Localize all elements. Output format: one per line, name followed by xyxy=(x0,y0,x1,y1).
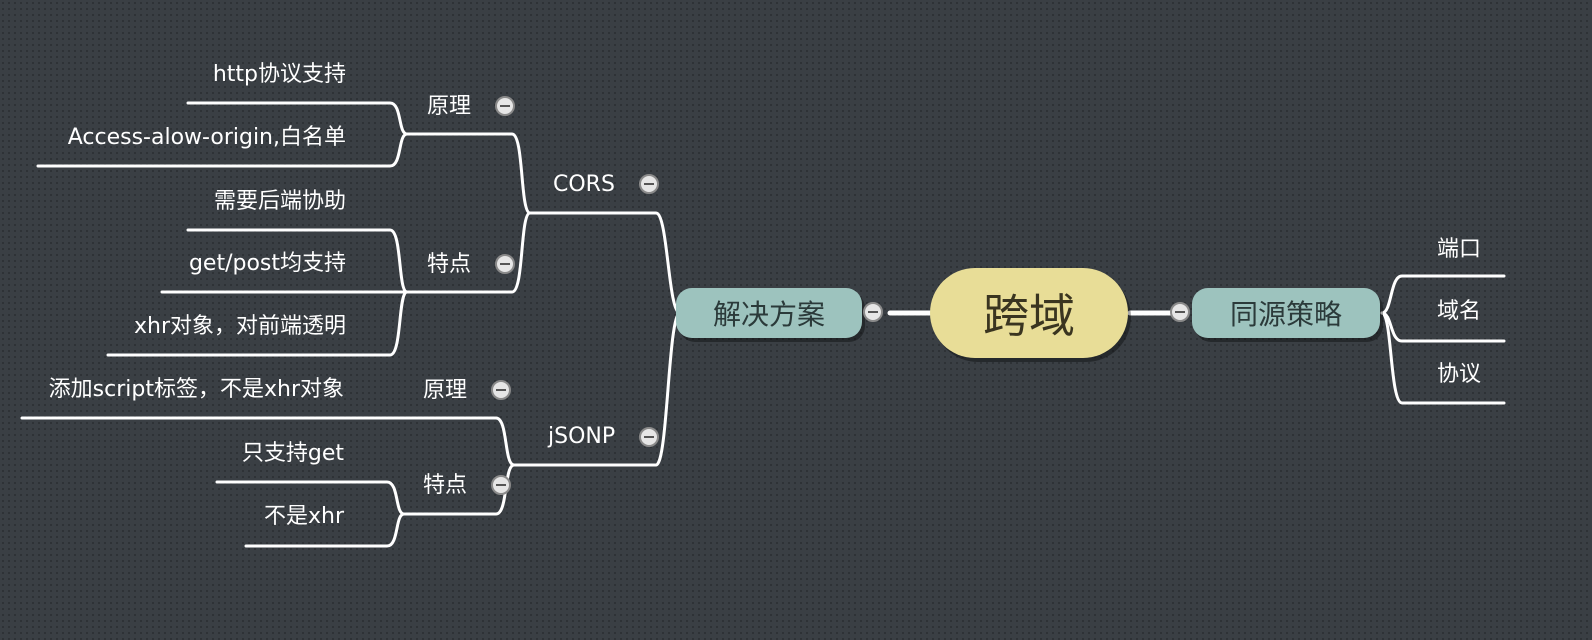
connector-cors-principle xyxy=(405,132,532,215)
collapse-toggle-icon[interactable] xyxy=(495,96,515,116)
collapse-toggle-icon[interactable] xyxy=(863,302,883,322)
leaf-topic[interactable]: 域名 xyxy=(1437,299,1481,325)
leaf-topic[interactable]: Access-alow-origin,白名单 xyxy=(68,125,346,151)
collapse-toggle-icon[interactable] xyxy=(491,475,511,495)
leaf-topic[interactable]: 端口 xyxy=(1437,237,1481,263)
subtopic-cors-features[interactable]: 特点 xyxy=(427,252,471,278)
central-topic[interactable]: 跨域 xyxy=(930,268,1128,358)
collapse-toggle-icon[interactable] xyxy=(491,380,511,400)
subtopic-jsonp-principle[interactable]: 原理 xyxy=(423,378,467,404)
collapse-toggle-icon[interactable] xyxy=(639,427,659,447)
leaf-topic[interactable]: xhr对象，对前端透明 xyxy=(134,314,346,340)
leaf-topic[interactable]: http协议支持 xyxy=(213,62,346,88)
leaf-topic[interactable]: 添加script标签，不是xhr对象 xyxy=(49,377,344,403)
subtopic-cors[interactable]: CORS xyxy=(553,172,615,198)
leaf-topic[interactable]: 协议 xyxy=(1437,362,1481,388)
collapse-toggle-icon[interactable] xyxy=(1170,302,1190,322)
subtopic-cors-principle[interactable]: 原理 xyxy=(427,94,471,120)
leaf-topic[interactable]: 需要后端协助 xyxy=(214,189,346,215)
subtopic-jsonp-features[interactable]: 特点 xyxy=(423,473,467,499)
leaf-topic[interactable]: get/post均支持 xyxy=(189,251,346,277)
topic-solutions[interactable]: 解决方案 xyxy=(676,288,862,338)
topic-same-origin-policy[interactable]: 同源策略 xyxy=(1192,288,1380,338)
subtopic-jsonp[interactable]: jSONP xyxy=(548,424,615,450)
connector-origin-leaf-3 xyxy=(1380,311,1506,405)
leaf-topic[interactable]: 不是xhr xyxy=(264,504,344,530)
connector-solution-cors xyxy=(528,211,682,315)
collapse-toggle-icon[interactable] xyxy=(495,254,515,274)
leaf-topic[interactable]: 只支持get xyxy=(242,441,344,467)
collapse-toggle-icon[interactable] xyxy=(639,174,659,194)
